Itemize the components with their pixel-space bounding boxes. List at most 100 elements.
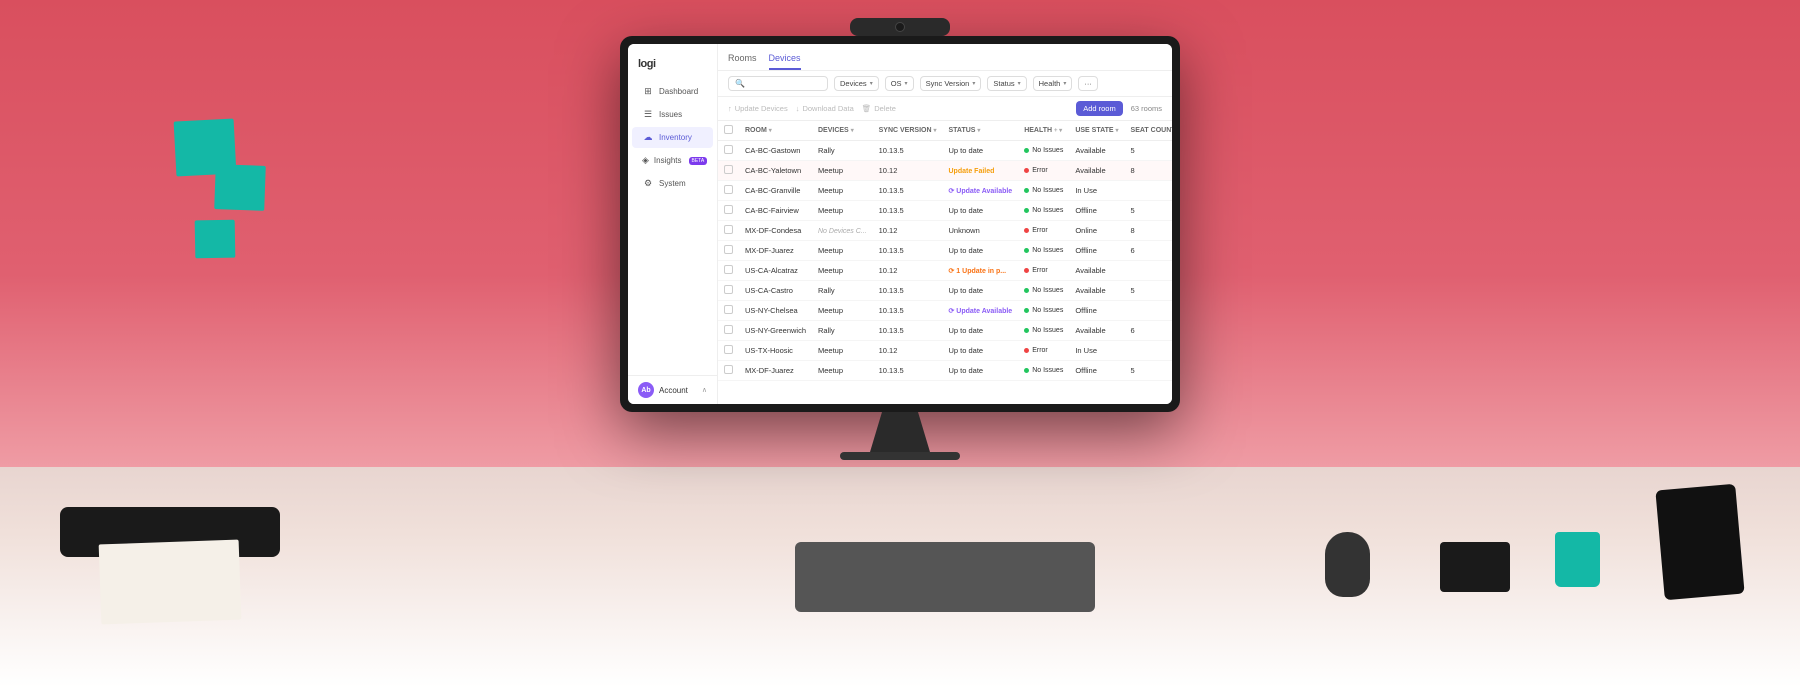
tab-rooms[interactable]: Rooms [728,50,757,70]
th-devices[interactable]: DEVICES ▾ [812,121,873,141]
inventory-icon: ☁ [642,132,654,143]
health-dot [1024,308,1029,313]
table-header-row: ROOM ▾ DEVICES ▾ SYNC VERSION ▾ STATUS ▾… [718,121,1172,141]
tab-devices[interactable]: Devices [769,50,801,70]
table-row[interactable]: CA-BC-GastownRally10.13.5Up to dateNo Is… [718,141,1172,161]
cell-health: No Issues [1018,361,1069,381]
cell-health: Error [1018,221,1069,241]
logo-area: logi [628,52,717,80]
chevron-down-icon: ▾ [1063,80,1066,87]
cell-status: Up to date [943,361,1019,381]
sidebar-item-dashboard[interactable]: ⊞ Dashboard [632,81,713,102]
table-row[interactable]: CA-BC-FairviewMeetup10.13.5Up to dateNo … [718,201,1172,221]
main-content: Rooms Devices 🔍 Devices ▾ [718,44,1172,404]
chevron-down-icon: ▾ [870,80,873,87]
health-label: No Issues [1032,327,1063,334]
cell-room: MX-DF-Juarez [739,241,812,261]
row-checkbox[interactable] [724,245,733,254]
cell-devices: Rally [812,281,873,301]
table-container: ROOM ▾ DEVICES ▾ SYNC VERSION ▾ STATUS ▾… [718,121,1172,404]
cell-devices: Meetup [812,361,873,381]
select-all-checkbox[interactable] [724,125,733,134]
th-seat-count[interactable]: SEAT COUNT ▾ [1125,121,1172,141]
table-row[interactable]: US-NY-ChelseaMeetup10.13.5⟳ Update Avail… [718,301,1172,321]
filter-more-label: ··· [1084,79,1092,88]
cell-use-state: Available [1069,141,1124,161]
table-row[interactable]: US-CA-AlcatrazMeetup10.12⟳ 1 Update in p… [718,261,1172,281]
row-checkbox[interactable] [724,285,733,294]
cell-seat-count [1125,261,1172,281]
sort-icon: ▾ [769,128,772,134]
health-label: No Issues [1032,187,1063,194]
cell-status: ⟳ Update Available [943,181,1019,201]
sidebar: logi ⊞ Dashboard ☰ Issues ☁ Inventory [628,44,718,404]
sidebar-item-issues[interactable]: ☰ Issues [632,104,713,125]
health-label: Error [1032,227,1048,234]
sidebar-item-insights[interactable]: ◈ Insights BETA [632,150,713,171]
filter-devices[interactable]: Devices ▾ [834,76,879,91]
cell-seat-count: 8 [1125,221,1172,241]
top-tabs: Rooms Devices [718,44,1172,71]
table-row[interactable]: US-CA-CastroRally10.13.5Up to dateNo Iss… [718,281,1172,301]
app-layout: logi ⊞ Dashboard ☰ Issues ☁ Inventory [628,44,1172,404]
cell-devices: Meetup [812,201,873,221]
cell-health: Error [1018,341,1069,361]
cell-use-state: Available [1069,261,1124,281]
cell-sync-version: 10.12 [873,221,943,241]
sidebar-item-system[interactable]: ⚙ System [632,173,713,194]
cell-status: ⟳ 1 Update in p... [943,261,1019,281]
cell-sync-version: 10.12 [873,261,943,281]
sidebar-item-inventory[interactable]: ☁ Inventory [632,127,713,148]
th-use-state[interactable]: USE STATE ▾ [1069,121,1124,141]
th-sync-version[interactable]: SYNC VERSION ▾ [873,121,943,141]
filter-health[interactable]: Health ▾ [1033,76,1073,91]
cell-seat-count: 8 [1125,161,1172,181]
health-label: Error [1032,347,1048,354]
chevron-down-icon: ▾ [1018,80,1021,87]
row-checkbox[interactable] [724,225,733,234]
table-row[interactable]: MX-DF-JuarezMeetup10.13.5Up to dateNo Is… [718,241,1172,261]
table-row[interactable]: US-TX-HoosicMeetup10.12Up to dateErrorIn… [718,341,1172,361]
cell-sync-version: 10.13.5 [873,361,943,381]
table-row[interactable]: CA-BC-YaletownMeetup10.12Update FailedEr… [718,161,1172,181]
th-checkbox [718,121,739,141]
table-row[interactable]: CA-BC-GranvilleMeetup10.13.5⟳ Update Ava… [718,181,1172,201]
table-row[interactable]: MX-DF-JuarezMeetup10.13.5Up to dateNo Is… [718,361,1172,381]
row-checkbox[interactable] [724,305,733,314]
add-room-button[interactable]: Add room [1076,101,1123,116]
row-checkbox[interactable] [724,345,733,354]
table-row[interactable]: US-NY-GreenwichRally10.13.5Up to dateNo … [718,321,1172,341]
row-checkbox[interactable] [724,205,733,214]
row-checkbox[interactable] [724,365,733,374]
row-checkbox[interactable] [724,145,733,154]
webcam-bar [850,18,950,36]
row-checkbox[interactable] [724,265,733,274]
cell-status: Up to date [943,201,1019,221]
sort-icon: ▾ [977,128,980,134]
cell-room: US-NY-Greenwich [739,321,812,341]
th-room[interactable]: ROOM ▾ [739,121,812,141]
table-row[interactable]: MX-DF-CondesaNo Devices C...10.12Unknown… [718,221,1172,241]
th-status[interactable]: STATUS ▾ [943,121,1019,141]
action-row: ↑ Update Devices ↓ Download Data 🗑 Delet… [718,97,1172,121]
sidebar-label-inventory: Inventory [659,133,692,142]
filter-health-label: Health [1039,79,1061,88]
filter-sync-version[interactable]: Sync Version ▾ [920,76,982,91]
cell-seat-count: 5 [1125,201,1172,221]
cell-devices: Rally [812,141,873,161]
row-checkbox[interactable] [724,165,733,174]
row-checkbox[interactable] [724,325,733,334]
cell-sync-version: 10.12 [873,341,943,361]
health-label: No Issues [1032,147,1063,154]
row-checkbox[interactable] [724,185,733,194]
account-section[interactable]: Ab Account ∧ [628,375,717,404]
search-box[interactable]: 🔍 [728,76,828,91]
filter-more[interactable]: ··· [1078,76,1098,91]
health-label: No Issues [1032,307,1063,314]
health-label: No Issues [1032,287,1063,294]
cell-room: MX-DF-Juarez [739,361,812,381]
filter-status[interactable]: Status ▾ [987,76,1026,91]
filter-os[interactable]: OS ▾ [885,76,914,91]
th-health[interactable]: HEALTH + ▾ [1018,121,1069,141]
mini-pc [1440,542,1510,592]
